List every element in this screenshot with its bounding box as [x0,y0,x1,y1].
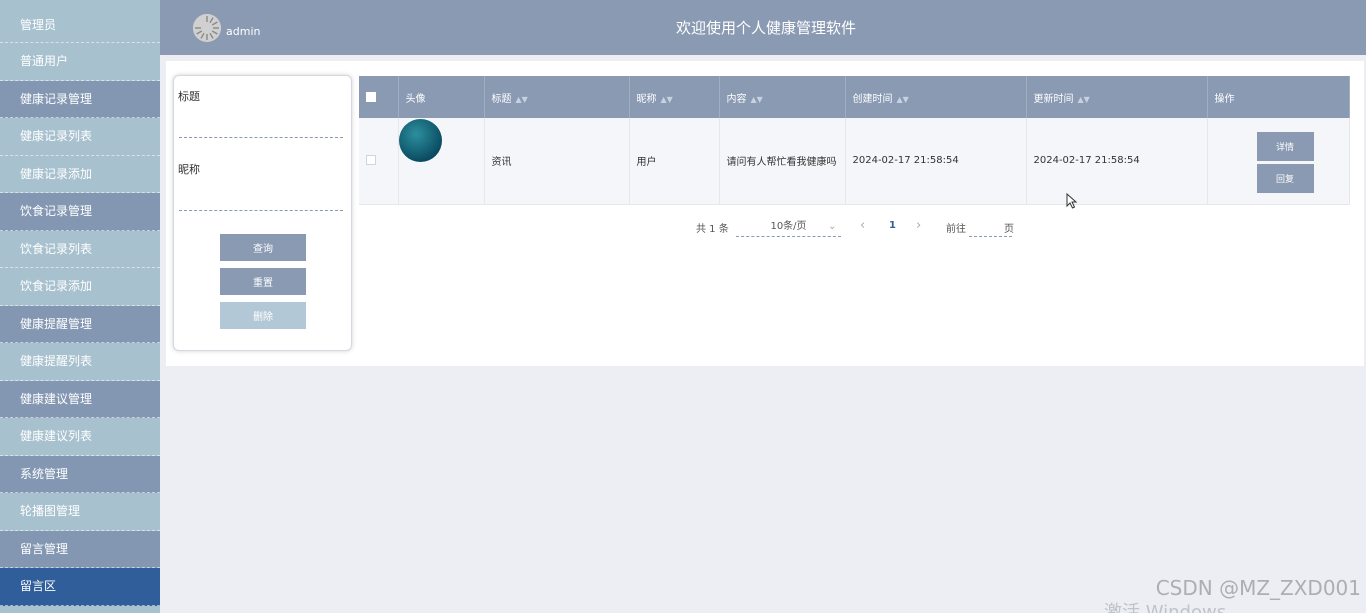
header-created[interactable]: 创建时间 ▲▼ [845,76,1027,118]
search-panel: 标题 昵称 查询 重置 删除 [173,75,352,351]
row-avatar [398,119,442,163]
sidebar-item-health-reminder-manage[interactable]: 健康提醒管理 [0,305,160,343]
header-created-label: 创建时间 [852,93,893,105]
sidebar-item-message-board[interactable]: 留言区 [0,568,160,606]
sort-icon[interactable]: ▲▼ [897,95,909,104]
windows-activation-watermark: 激活 Windows [1104,602,1227,613]
select-all-header [359,76,399,118]
row-content: 请问有人帮忙看我健康吗 [719,118,846,205]
header-nickname[interactable]: 昵称 ▲▼ [629,76,720,118]
goto-prefix: 前往 [946,224,966,235]
header-title-label: 标题 [491,93,512,105]
sidebar-item-health-record-manage[interactable]: 健康记录管理 [0,80,160,118]
row-avatar-cell [398,118,485,205]
goto-suffix: 页 [1004,224,1014,235]
sidebar-item-system-manage[interactable]: 系统管理 [0,455,160,493]
sidebar-item-carousel-manage[interactable]: 轮播图管理 [0,493,160,531]
header-updated[interactable]: 更新时间 ▲▼ [1026,76,1208,118]
row-nickname: 用户 [629,118,720,205]
page-size-value: 10条/页 [770,221,807,232]
page-title: 欢迎使用个人健康管理软件 [675,19,856,37]
csdn-watermark: CSDN @MZ_ZXD001 [1155,576,1361,600]
nickname-label: 昵称 [178,163,200,176]
sidebar-item-message-manage[interactable]: 留言管理 [0,530,160,568]
sort-icon[interactable]: ▲▼ [751,95,763,104]
row-title: 资讯 [484,118,630,205]
header-updated-label: 更新时间 [1033,93,1074,105]
prev-page-button[interactable]: ‹ [860,218,865,233]
header-title[interactable]: 标题 ▲▼ [484,76,630,118]
mouse-cursor-icon [1066,193,1078,209]
page-size-select[interactable]: 10条/页 ⌄ [736,218,841,237]
table-header-row: 头像 标题 ▲▼ 昵称 ▲▼ 内容 ▲▼ 创建时间 ▲▼ 更新时间 ▲▼ 操作 [359,76,1350,118]
next-page-button[interactable]: › [916,218,921,233]
sidebar-item-health-advice-manage[interactable]: 健康建议管理 [0,380,160,418]
top-header: admin 欢迎使用个人健康管理软件 [160,0,1366,55]
sidebar-item-health-record-list[interactable]: 健康记录列表 [0,118,160,156]
sidebar-item-health-reminder-list[interactable]: 健康提醒列表 [0,343,160,381]
chevron-down-icon: ⌄ [828,221,837,232]
sidebar-item-diet-record-list[interactable]: 饮食记录列表 [0,230,160,268]
header-content[interactable]: 内容 ▲▼ [719,76,846,118]
message-table: 头像 标题 ▲▼ 昵称 ▲▼ 内容 ▲▼ 创建时间 ▲▼ 更新时间 ▲▼ 操作 资讯 用户… [359,76,1350,205]
row-actions: 详情 回复 [1207,118,1350,205]
total-count: 共 1 条 [696,224,729,235]
header-content-label: 内容 [726,93,747,105]
sidebar-item-diet-record-add[interactable]: 饮食记录添加 [0,268,160,306]
header-avatar: 头像 [398,76,485,118]
sidebar-item-diet-record-manage[interactable]: 饮食记录管理 [0,193,160,231]
query-button[interactable]: 查询 [220,234,306,261]
sidebar-item-health-record-add[interactable]: 健康记录添加 [0,155,160,193]
sidebar: 管理员 普通用户 健康记录管理 健康记录列表 健康记录添加 饮食记录管理 饮食记… [0,0,160,613]
title-label: 标题 [178,90,200,103]
detail-button[interactable]: 详情 [1256,131,1314,161]
row-select-cell [359,118,399,205]
sort-icon[interactable]: ▲▼ [516,95,528,104]
title-input[interactable] [179,116,343,138]
sidebar-item-normal-user[interactable]: 普通用户 [0,43,160,81]
select-all-checkbox[interactable] [366,91,376,102]
row-updated: 2024-02-17 21:58:54 [1026,118,1208,205]
table-row: 资讯 用户 请问有人帮忙看我健康吗 2024-02-17 21:58:54 20… [359,118,1350,205]
sort-icon[interactable]: ▲▼ [661,95,673,104]
reset-button[interactable]: 重置 [220,268,306,295]
header-actions: 操作 [1207,76,1350,118]
sidebar-item-admin[interactable]: 管理员 [0,0,160,43]
delete-button[interactable]: 删除 [220,302,306,329]
nickname-input[interactable] [179,189,343,211]
sidebar-item-health-advice-list[interactable]: 健康建议列表 [0,418,160,456]
sort-icon[interactable]: ▲▼ [1078,95,1090,104]
row-checkbox[interactable] [366,155,376,166]
reply-button[interactable]: 回复 [1256,163,1314,193]
row-created: 2024-02-17 21:58:54 [845,118,1027,205]
current-page[interactable]: 1 [889,220,896,231]
header-nickname-label: 昵称 [636,93,657,105]
